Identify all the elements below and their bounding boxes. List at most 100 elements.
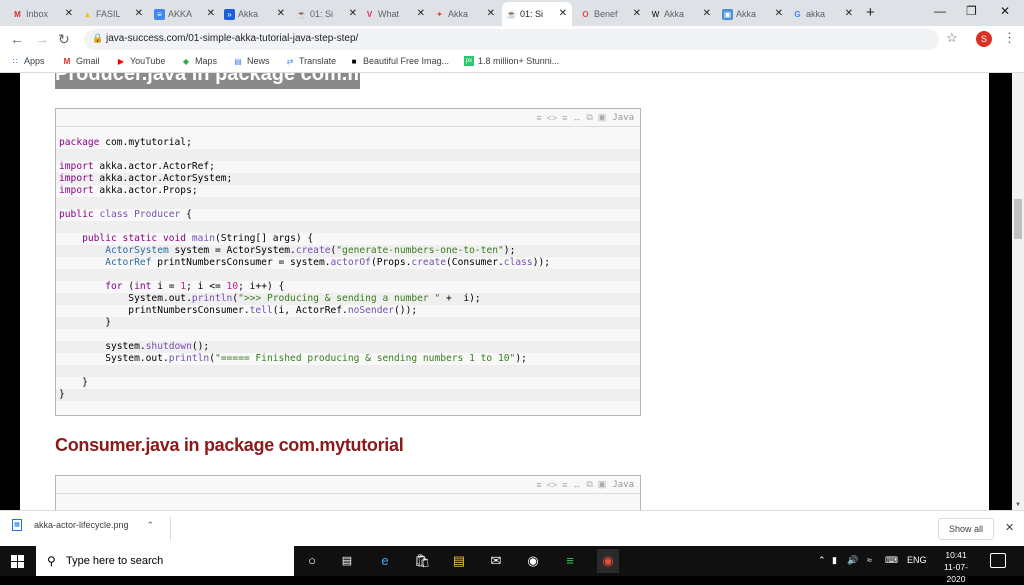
close-tab-icon[interactable]: ✕ [417, 8, 425, 19]
bookmark-pixabay[interactable]: px 1.8 million+ Stunni... [464, 56, 559, 66]
wrap-icon[interactable]: ≡ [562, 480, 567, 490]
close-window-icon[interactable]: ✕ [1000, 4, 1010, 18]
browser-tab[interactable]: O Benef ✕ [576, 2, 646, 26]
copy-icon[interactable]: ⧉ [586, 479, 592, 490]
browser-tab[interactable]: ≡ AKKA ✕ [150, 2, 220, 26]
close-tab-icon[interactable]: ✕ [277, 8, 285, 19]
expand-icon[interactable]: ↔ [572, 113, 581, 123]
search-icon: ⚲ [47, 554, 56, 568]
restore-icon[interactable]: ❐ [966, 4, 977, 18]
taskbar-search[interactable]: ⚲ Type here to search [36, 546, 294, 576]
tab-label: Akka [238, 9, 259, 19]
code-block-consumer: ≡ <> ≡ ↔ ⧉ ▣ Java [55, 475, 641, 510]
close-tab-icon[interactable]: ✕ [349, 8, 357, 19]
gmail-icon: M [63, 56, 71, 66]
wifi-icon[interactable]: ≈ [867, 555, 872, 565]
expand-icon[interactable]: ↔ [572, 480, 581, 490]
mail-icon[interactable]: ✉ [488, 553, 504, 569]
new-tab-button[interactable]: + [866, 4, 875, 21]
blue-doc-icon: ▣ [722, 8, 733, 20]
bookmark-maps[interactable]: ◆ Maps [181, 56, 217, 66]
bookmark-gmail[interactable]: M Gmail [62, 56, 100, 66]
java-success-icon: ☕ [506, 9, 517, 19]
code-view-icon[interactable]: <> [547, 113, 558, 123]
scrollbar-thumb[interactable] [1014, 199, 1022, 239]
browser-tab[interactable]: ▣ Akka ✕ [718, 2, 788, 26]
browser-tab[interactable]: M Inbox ✕ [8, 2, 78, 26]
browser-tab[interactable]: Gakka ✕ [788, 2, 858, 26]
bookmark-translate[interactable]: ⇄ Translate [285, 56, 337, 66]
close-tab-icon[interactable]: ✕ [487, 8, 495, 19]
browser-tab[interactable]: ☕ 01: Si ✕ [502, 2, 572, 26]
close-tab-icon[interactable]: ✕ [207, 8, 215, 19]
toggle-plain-icon[interactable]: ≡ [536, 113, 541, 123]
bookmark-star-icon[interactable]: ☆ [946, 30, 958, 46]
clock-time: 10:41 [945, 550, 967, 560]
bookmark-unsplash[interactable]: ■ Beautiful Free Imag... [349, 56, 449, 66]
keyboard-icon[interactable]: ⌨ [885, 555, 898, 566]
close-tab-icon[interactable]: ✕ [135, 8, 143, 19]
code-line: public class Producer { [59, 209, 192, 220]
battery-icon[interactable]: ▮ [832, 555, 837, 566]
tab-label: Akka [664, 9, 685, 19]
forward-icon[interactable]: → [35, 31, 49, 47]
browser-toolbar: ← → ↻ 🔒 java-success.com/01-simple-akka-… [0, 26, 1024, 53]
close-tab-icon[interactable]: ✕ [65, 8, 73, 19]
page-scrollbar[interactable]: ▼ [1012, 73, 1024, 510]
wrap-icon[interactable]: ≡ [562, 113, 567, 123]
profile-avatar[interactable]: S [976, 31, 992, 47]
close-tab-icon[interactable]: ✕ [633, 8, 641, 19]
menu-icon[interactable]: ⋮ [1003, 30, 1016, 46]
scroll-down-icon[interactable]: ▼ [1015, 502, 1021, 508]
app-icon[interactable]: ≡ [562, 553, 578, 569]
bookmark-youtube[interactable]: ▶ YouTube [116, 56, 165, 66]
search-placeholder: Type here to search [66, 555, 164, 567]
browser-tab[interactable]: ✦ Akka ✕ [430, 2, 500, 26]
download-item[interactable]: ▦ akka-actor-lifecycle.png ⌃ [12, 519, 154, 531]
minimize-icon[interactable]: — [934, 4, 946, 18]
store-icon[interactable]: 🛍 [414, 553, 431, 569]
bookmark-apps[interactable]: ∷ Apps [10, 56, 44, 66]
code-block-producer: ≡ <> ≡ ↔ ⧉ ▣ Java package com.mytutorial… [55, 108, 641, 416]
camera-icon[interactable]: ◉ [525, 553, 541, 569]
edge-icon[interactable]: e [377, 553, 393, 569]
browser-tab[interactable]: W Akka ✕ [646, 2, 716, 26]
copy-icon[interactable]: ⧉ [586, 112, 592, 123]
windows-start-icon[interactable] [11, 555, 24, 568]
code-line: import akka.actor.Props; [59, 185, 198, 196]
reload-icon[interactable]: ↻ [58, 31, 70, 48]
drive-icon: ▲ [83, 9, 92, 19]
close-downloads-icon[interactable]: ✕ [1005, 521, 1014, 534]
news-icon: ▤ [234, 56, 242, 66]
code-view-icon[interactable]: <> [547, 480, 558, 490]
url-text[interactable]: java-success.com/01-simple-akka-tutorial… [106, 33, 358, 44]
open-new-window-icon[interactable]: ▣ [598, 112, 607, 123]
back-icon[interactable]: ← [10, 31, 24, 47]
chrome-icon[interactable]: ◉ [597, 549, 619, 573]
bookmark-news[interactable]: ▤ News [233, 56, 269, 66]
address-bar[interactable]: 🔒 java-success.com/01-simple-akka-tutori… [84, 29, 939, 50]
browser-tab[interactable]: V What ✕ [360, 2, 430, 26]
file-explorer-icon[interactable]: ▤ [451, 553, 467, 569]
tray-chevron-icon[interactable]: ⌃ [818, 555, 826, 566]
language-indicator[interactable]: ENG [907, 555, 927, 565]
show-all-button[interactable]: Show all [938, 518, 994, 540]
volume-icon[interactable]: 🔊 [847, 555, 858, 566]
tab-strip: M Inbox ✕ ▲ FASIL ✕ ≡ AKKA ✕» Akka ✕ ☕ 01: Si ✕ V What ✕… [0, 0, 1024, 26]
toggle-plain-icon[interactable]: ≡ [536, 480, 541, 490]
clock[interactable]: 10:41 11-07-2020 [937, 549, 975, 585]
close-tab-icon[interactable]: ✕ [703, 8, 711, 19]
code-line: } [59, 377, 88, 388]
close-tab-icon[interactable]: ✕ [845, 8, 853, 19]
browser-tab[interactable]: ▲ FASIL ✕ [78, 2, 148, 26]
cortana-icon[interactable]: ○ [304, 553, 320, 569]
open-new-window-icon[interactable]: ▣ [598, 479, 607, 490]
close-tab-icon[interactable]: ✕ [559, 8, 567, 19]
chevron-up-icon[interactable]: ⌃ [147, 520, 155, 531]
browser-tab[interactable]: ☕ 01: Si ✕ [292, 2, 362, 26]
code-line: import akka.actor.ActorSystem; [56, 173, 640, 185]
task-view-icon[interactable]: ▤ [339, 553, 355, 569]
browser-tab[interactable]: » Akka ✕ [220, 2, 290, 26]
notification-icon[interactable] [990, 553, 1006, 568]
close-tab-icon[interactable]: ✕ [775, 8, 783, 19]
